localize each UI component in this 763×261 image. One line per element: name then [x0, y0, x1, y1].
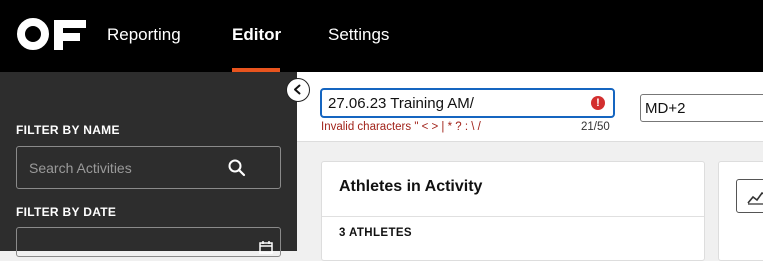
- activity-name-field[interactable]: 27.06.23 Training AM/ !: [320, 88, 615, 118]
- md-value[interactable]: MD+2: [645, 100, 685, 117]
- error-icon: !: [591, 96, 605, 110]
- date-field[interactable]: [16, 227, 281, 257]
- chart-panel: [718, 161, 763, 261]
- character-count: 21/50: [581, 121, 610, 133]
- filter-by-date-label: FILTER BY DATE: [16, 205, 117, 219]
- athletes-panel-title: Athletes in Activity: [339, 178, 483, 195]
- nav-reporting[interactable]: Reporting: [107, 0, 181, 72]
- divider: [322, 216, 704, 217]
- activity-edit-header: 27.06.23 Training AM/ ! Invalid characte…: [297, 72, 763, 142]
- md-field[interactable]: MD+2: [640, 94, 763, 122]
- nav-settings[interactable]: Settings: [328, 0, 389, 72]
- collapse-sidebar-button[interactable]: [286, 78, 310, 102]
- athlete-count: 3 ATHLETES: [339, 227, 413, 239]
- chart-button[interactable]: [736, 179, 763, 213]
- line-chart-icon: [747, 191, 763, 205]
- main-content: 27.06.23 Training AM/ ! Invalid characte…: [297, 72, 763, 261]
- search-input[interactable]: [29, 147, 229, 188]
- filter-by-name-label: FILTER BY NAME: [16, 123, 120, 137]
- nav-editor[interactable]: Editor: [232, 0, 281, 72]
- calendar-icon[interactable]: [259, 240, 273, 254]
- athletes-panel: Athletes in Activity 3 ATHLETES: [321, 161, 705, 261]
- top-nav-bar: Reporting Editor Settings: [0, 0, 763, 72]
- activity-name-value[interactable]: 27.06.23 Training AM/: [328, 95, 474, 112]
- sidebar: FILTER BY NAME FILTER BY DATE: [0, 72, 297, 257]
- validation-error-message: Invalid characters " < > | * ? : \ /: [321, 121, 481, 133]
- search-icon[interactable]: [228, 159, 246, 177]
- logo-icon[interactable]: [16, 16, 86, 52]
- chevron-left-icon: [294, 84, 301, 95]
- search-box[interactable]: [16, 146, 281, 189]
